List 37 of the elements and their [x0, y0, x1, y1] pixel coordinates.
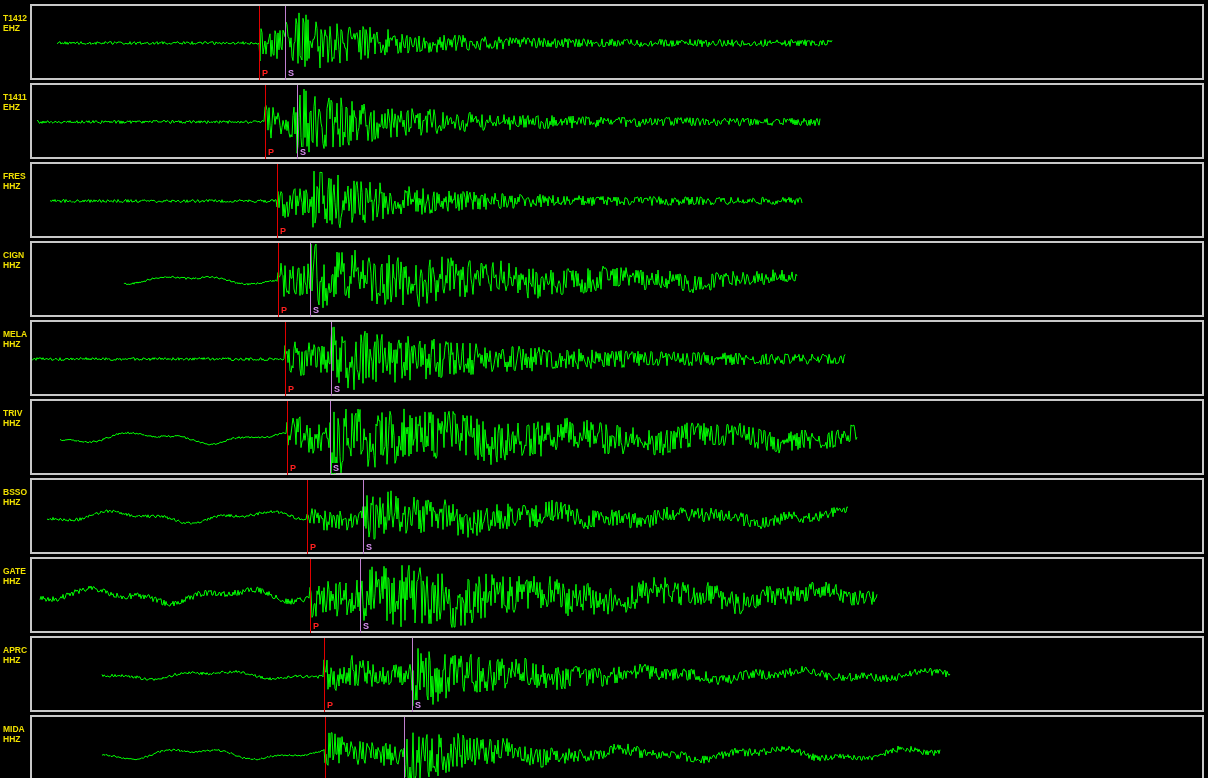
pick-label: S	[362, 621, 370, 631]
pick-label: P	[261, 68, 269, 78]
pick-label: P	[289, 463, 297, 473]
station-label: TRIV	[3, 408, 24, 418]
pick-label: P	[279, 226, 287, 236]
pick-label: P	[312, 621, 320, 631]
station-label: MELA	[3, 329, 29, 339]
pick-label: S	[365, 542, 373, 552]
pick-label: S	[333, 384, 341, 394]
station-label: T1412	[3, 13, 29, 23]
channel-label: HHZ	[3, 734, 22, 744]
channel-label: HHZ	[3, 576, 22, 586]
channel-label: HHZ	[3, 260, 22, 270]
station-label: APRC	[3, 645, 29, 655]
pick-label: P	[287, 384, 295, 394]
pick-label: P	[280, 305, 288, 315]
channel-label: HHZ	[3, 655, 22, 665]
pick-label: S	[287, 68, 295, 78]
pick-label: P	[309, 542, 317, 552]
channel-label: EHZ	[3, 23, 21, 33]
pick-label: S	[312, 305, 320, 315]
pick-label: P	[326, 700, 334, 710]
pick-label: P	[267, 147, 275, 157]
station-label: FRES	[3, 171, 27, 181]
station-label: GATE	[3, 566, 27, 576]
channel-label: HHZ	[3, 181, 22, 191]
channel-label: EHZ	[3, 102, 21, 112]
station-label: CIGN	[3, 250, 26, 260]
pick-label: S	[414, 700, 422, 710]
pick-label: S	[299, 147, 307, 157]
channel-label: HHZ	[3, 339, 22, 349]
station-label: MIDA	[3, 724, 26, 734]
channel-label: HHZ	[3, 497, 22, 507]
pick-label: S	[332, 463, 340, 473]
station-label: T1411	[3, 92, 28, 102]
channel-label: HHZ	[3, 418, 22, 428]
station-label: BSSO	[3, 487, 29, 497]
